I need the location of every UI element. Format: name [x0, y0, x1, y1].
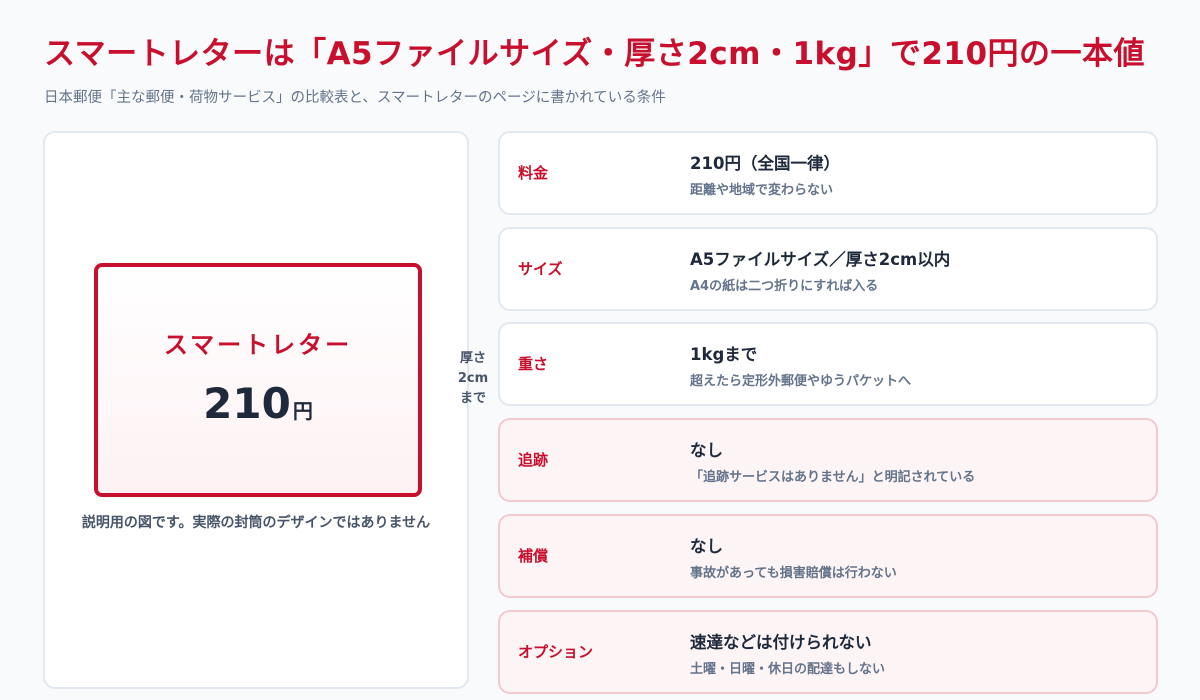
condition-row-compensation: 補償 なし 事故があっても損害賠償は行わない [498, 514, 1158, 598]
condition-label: 料金 [518, 164, 549, 182]
condition-value: A5ファイルサイズ／厚さ2cm以内 [690, 250, 951, 269]
illustration-panel: スマートレター 210 円 説明用の図です。実際の封筒のデザインではありません [43, 131, 469, 689]
condition-value: 210円（全国一律） [690, 154, 840, 173]
condition-label: 補償 [518, 547, 549, 565]
condition-row-tracking: 追跡 なし 「追跡サービスはありません」と明記されている [498, 418, 1158, 502]
illustration-caption: 説明用の図です。実際の封筒のデザインではありません [81, 515, 431, 531]
envelope-price: 210 円 [98, 379, 418, 428]
condition-label: 重さ [518, 355, 549, 373]
condition-row-price: 料金 210円（全国一律） 距離や地域で変わらない [498, 131, 1158, 215]
thickness-label: 厚さ 2cm まで [457, 351, 489, 406]
condition-label: 追跡 [518, 451, 549, 469]
smart-letter-envelope: スマートレター 210 円 [94, 263, 422, 497]
page-title: スマートレターは「A5ファイルサイズ・厚さ2cm・1kg」で210円の一本値 [44, 36, 1146, 72]
condition-value: 1kgまで [690, 345, 758, 364]
page: スマートレターは「A5ファイルサイズ・厚さ2cm・1kg」で210円の一本値 日… [0, 0, 1200, 700]
envelope-name: スマートレター [163, 331, 353, 359]
condition-note: 土曜・日曜・休日の配達もしない [690, 662, 886, 677]
condition-row-weight: 重さ 1kgまで 超えたら定形外郵便やゆうパケットへ [498, 322, 1158, 406]
condition-note: 超えたら定形外郵便やゆうパケットへ [690, 374, 912, 389]
condition-value: なし [690, 537, 723, 556]
condition-label: サイズ [518, 260, 563, 278]
envelope-price-unit: 円 [292, 399, 313, 423]
condition-note: 事故があっても損害賠償は行わない [690, 566, 897, 581]
envelope-price-value: 210 [203, 379, 291, 428]
condition-note: 「追跡サービスはありません」と明記されている [690, 470, 976, 485]
page-subtitle: 日本郵便「主な郵便・荷物サービス」の比較表と、スマートレターのページに書かれてい… [44, 90, 666, 106]
condition-note: A4の紙は二つ折りにすれば入る [690, 279, 879, 294]
condition-label: オプション [518, 643, 594, 661]
condition-note: 距離や地域で変わらない [690, 183, 834, 198]
condition-row-options: オプション 速達などは付けられない 土曜・日曜・休日の配達もしない [498, 610, 1158, 694]
condition-value: 速達などは付けられない [690, 633, 872, 652]
condition-value: なし [690, 441, 723, 460]
condition-row-size: サイズ A5ファイルサイズ／厚さ2cm以内 A4の紙は二つ折りにすれば入る [498, 227, 1158, 311]
